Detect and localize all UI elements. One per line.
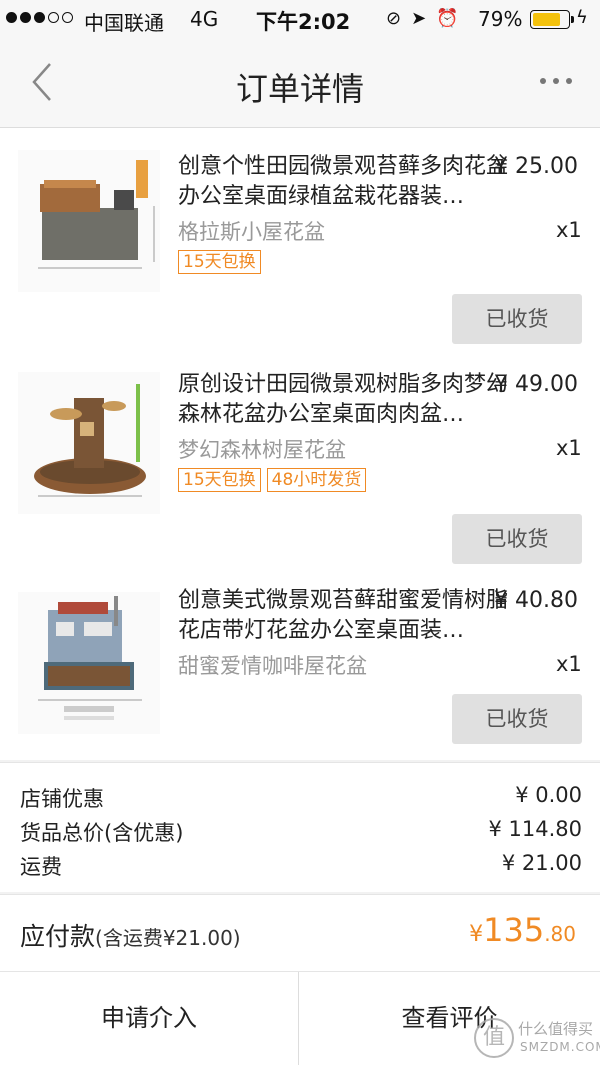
received-status-button[interactable]: 已收货 <box>452 694 582 744</box>
product-spec: 格拉斯小屋花盆 <box>178 220 325 244</box>
product-spec: 梦幻森林树屋花盆 <box>178 438 346 462</box>
product-title[interactable]: 原创设计田园微景观树脂多肉梦幻森林花盆办公室桌面肉肉盆… <box>178 370 508 430</box>
signal-strength-icon <box>6 12 73 23</box>
coffee-house-planter-image <box>18 592 160 734</box>
service-tag: 48小时发货 <box>266 468 367 492</box>
service-tag: 15天包换 <box>178 468 261 492</box>
total-note: (含运费¥21.00) <box>95 926 241 950</box>
product-thumbnail[interactable] <box>18 150 160 292</box>
total-decimal: .80 <box>544 922 576 946</box>
service-tag: 15天包换 <box>178 250 261 274</box>
shop-discount-label: 店铺优惠 <box>20 787 104 811</box>
battery-percent: 79% <box>478 7 523 31</box>
price-summary: 店铺优惠 ¥ 0.00 货品总价(含优惠) ¥ 114.80 运费 ¥ 21.0… <box>0 762 600 892</box>
location-icon: ➤ <box>411 8 427 29</box>
more-dots-icon[interactable] <box>540 78 572 84</box>
alarm-icon: ⏰ <box>436 8 459 29</box>
total-label: 应付款 <box>20 922 96 951</box>
status-bar: 中国联通 4G 下午2:02 ⊘ ➤ ⏰ 79% ϟ <box>0 0 600 38</box>
network-type: 4G <box>190 7 219 31</box>
goods-total-value: ¥ 114.80 <box>488 817 582 841</box>
request-intervention-button[interactable]: 申请介入 <box>0 972 299 1065</box>
product-price: ¥ 49.00 <box>494 372 578 397</box>
received-status-button[interactable]: 已收货 <box>452 294 582 344</box>
battery-icon <box>530 10 574 29</box>
order-item[interactable]: 原创设计田园微景观树脂多肉梦幻森林花盆办公室桌面肉肉盆… ¥ 49.00 梦幻森… <box>0 346 600 564</box>
total-amount: ¥135.80 <box>469 911 576 949</box>
product-thumbnail[interactable] <box>18 372 160 514</box>
nav-bar: 订单详情 <box>0 38 600 128</box>
product-title[interactable]: 创意个性田园微景观苔藓多肉花盆办公室桌面绿植盆栽花器装… <box>178 152 508 212</box>
battery-fill <box>533 13 560 26</box>
product-title[interactable]: 创意美式微景观苔藓甜蜜爱情树脂花店带灯花盆办公室桌面装… <box>178 586 508 646</box>
watermark-text: 什么值得买 <box>518 1020 594 1038</box>
orientation-lock-icon: ⊘ <box>386 8 402 29</box>
service-tags: 15天包换 48小时发货 <box>178 468 367 492</box>
shop-discount-value: ¥ 0.00 <box>515 783 582 807</box>
product-quantity: x1 <box>556 436 582 460</box>
product-price: ¥ 25.00 <box>494 154 578 179</box>
status-time: 下午2:02 <box>256 10 351 34</box>
product-quantity: x1 <box>556 218 582 242</box>
goods-total-row: 货品总价(含优惠) ¥ 114.80 <box>20 817 582 849</box>
product-spec: 甜蜜爱情咖啡屋花盆 <box>178 654 367 678</box>
product-thumbnail[interactable] <box>18 592 160 734</box>
tree-house-planter-image <box>18 372 160 514</box>
goods-total-label: 货品总价(含优惠) <box>20 821 184 845</box>
service-tags: 15天包换 <box>178 250 261 274</box>
charging-icon: ϟ <box>576 7 588 28</box>
order-item[interactable]: 创意个性田园微景观苔藓多肉花盆办公室桌面绿植盆栽花器装… ¥ 25.00 格拉斯… <box>0 128 600 346</box>
shipping-label: 运费 <box>20 855 62 879</box>
product-quantity: x1 <box>556 652 582 676</box>
shipping-value: ¥ 21.00 <box>501 851 582 875</box>
watermark-logo: 值 <box>474 1018 514 1058</box>
order-item[interactable]: 创意美式微景观苔藓甜蜜爱情树脂花店带灯花盆办公室桌面装… ¥ 40.80 甜蜜爱… <box>0 564 600 782</box>
shop-discount-row: 店铺优惠 ¥ 0.00 <box>20 783 582 815</box>
payment-total: 应付款(含运费¥21.00) ¥135.80 <box>0 894 600 972</box>
total-integer: 135 <box>483 911 545 949</box>
watermark: 值 什么值得买 SMZDM.COM <box>474 1016 600 1062</box>
watermark-url: SMZDM.COM <box>520 1040 600 1054</box>
carrier-name: 中国联通 <box>84 11 164 35</box>
currency-symbol: ¥ <box>469 922 484 947</box>
order-items-list: 创意个性田园微景观苔藓多肉花盆办公室桌面绿植盆栽花器装… ¥ 25.00 格拉斯… <box>0 128 600 760</box>
page-title: 订单详情 <box>235 70 364 108</box>
product-price: ¥ 40.80 <box>494 588 578 613</box>
house-planter-image <box>18 150 160 292</box>
received-status-button[interactable]: 已收货 <box>452 514 582 564</box>
shipping-row: 运费 ¥ 21.00 <box>20 851 582 883</box>
